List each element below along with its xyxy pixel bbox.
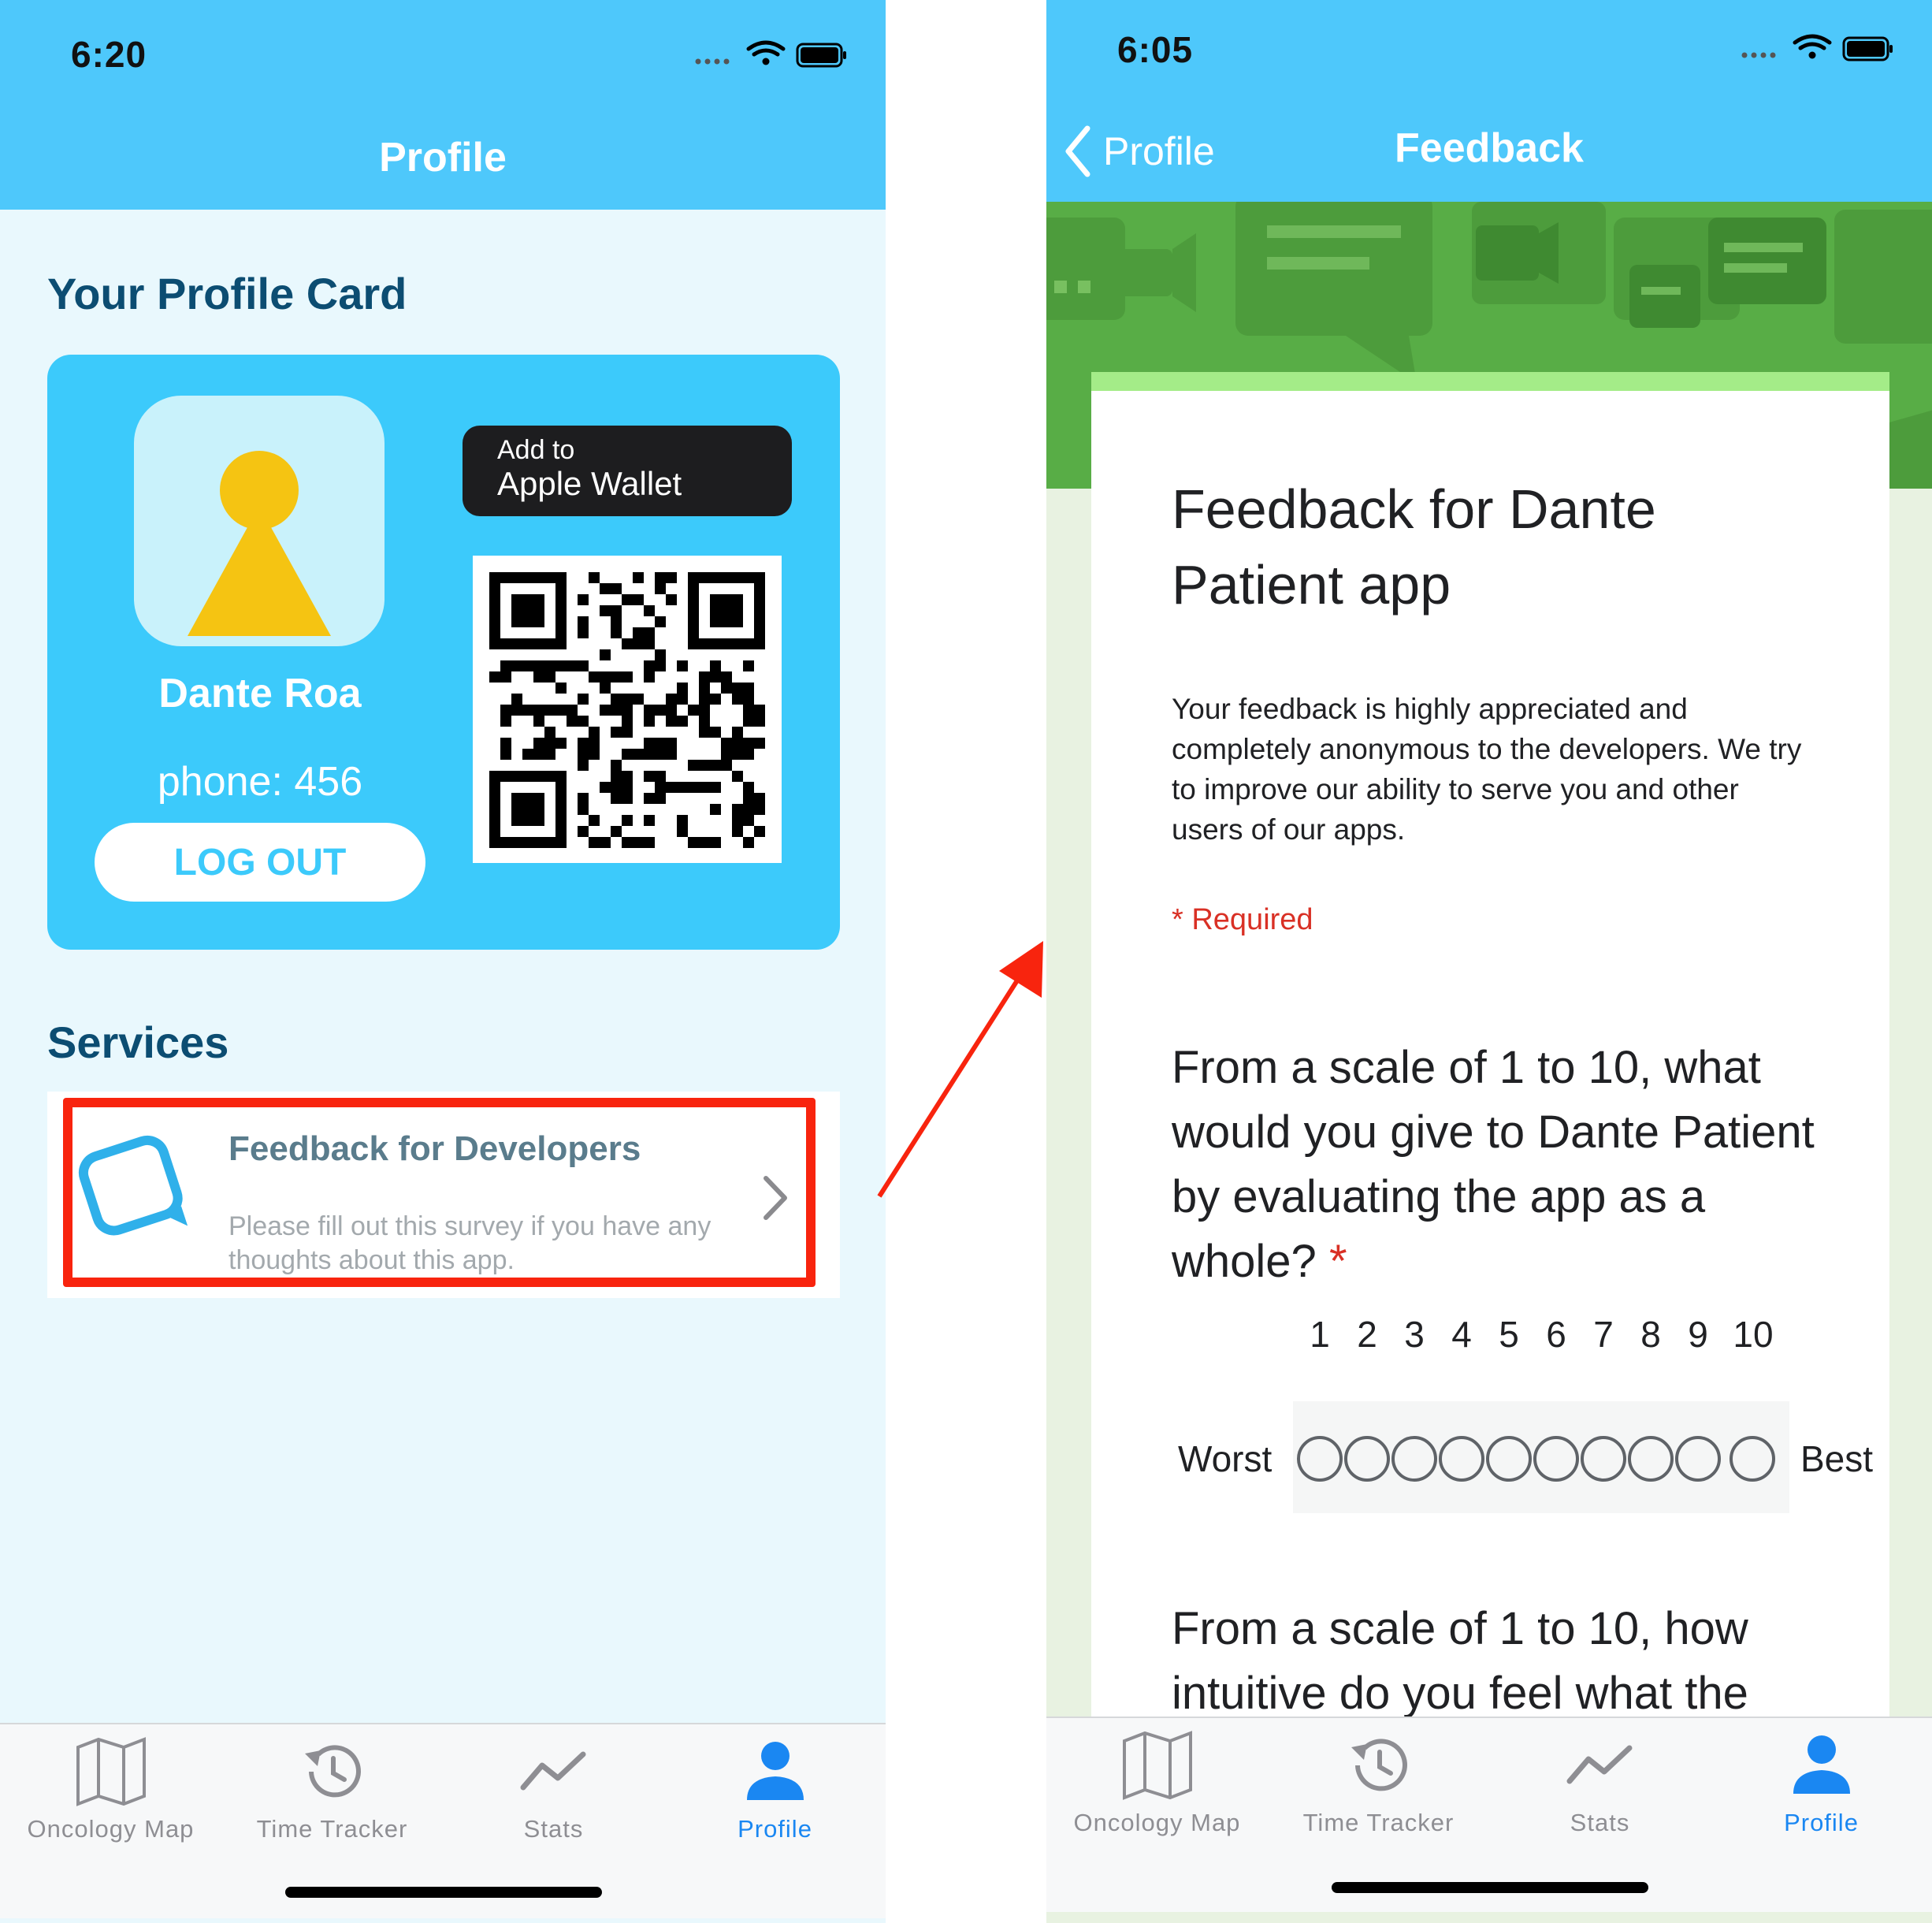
form-card: Feedback for Dante Patient app Your feed… [1091,372,1889,1728]
feedback-screen: 6:05 Profile Feedback Feedback for Dante… [1046,0,1932,1923]
add-to-wallet-button[interactable]: Add to Apple Wallet [463,426,792,516]
nav-bar: Profile [0,110,886,210]
status-bar: 6:05 [1046,0,1932,102]
scale-number: 7 [1593,1314,1614,1355]
form-title: Feedback for Dante Patient app [1172,478,1656,616]
wifi-icon [1793,34,1832,50]
tab-stats[interactable]: Stats [443,1724,664,1850]
scale-number: 3 [1404,1314,1425,1355]
tab-stats[interactable]: Stats [1489,1718,1711,1844]
scale-number: 6 [1546,1314,1566,1355]
tab-time-tracker[interactable]: Time Tracker [221,1724,443,1850]
tab-label: Profile [1784,1809,1859,1836]
stats-icon [443,1732,664,1811]
scale-number: 5 [1499,1314,1519,1355]
question-1: From a scale of 1 to 10, what would you … [1172,1036,1818,1294]
tab-label: Stats [1570,1809,1630,1836]
nav-bar: Profile Feedback [1046,102,1932,202]
qr-code [473,556,782,863]
tab-profile[interactable]: Profile [664,1724,886,1850]
wifi-icon [746,40,786,57]
annotation-arrow [877,941,1043,1198]
annotation-highlight-box [63,1098,816,1287]
map-icon [1046,1726,1268,1805]
scale-radio-10[interactable] [1730,1436,1775,1482]
scale-radio-5[interactable] [1486,1436,1532,1482]
scale-radio-2[interactable] [1344,1436,1390,1482]
home-indicator [285,1887,602,1898]
scale-radio-1[interactable] [1297,1436,1343,1482]
status-icons [1741,34,1893,61]
nav-title: Feedback [1395,125,1584,171]
scale-number: 2 [1357,1314,1377,1355]
battery-icon [796,43,846,68]
tab-oncology-map[interactable]: Oncology Map [0,1724,221,1850]
tab-label: Stats [523,1815,584,1843]
person-icon [664,1732,886,1811]
scale-number: 1 [1310,1314,1330,1355]
scale-radio-3[interactable] [1391,1436,1437,1482]
form-description: Your feedback is highly appreciated and … [1172,693,1802,846]
tab-label: Oncology Map [27,1815,195,1843]
tab-time-tracker[interactable]: Time Tracker [1268,1718,1489,1844]
tab-label: Time Tracker [1302,1809,1455,1836]
nav-title: Profile [379,135,507,180]
tab-oncology-map[interactable]: Oncology Map [1046,1718,1268,1844]
logout-button[interactable]: LOG OUT [95,823,425,902]
scale-number: 4 [1451,1314,1472,1355]
question-1-text: From a scale of 1 to 10, what would you … [1172,1042,1815,1287]
status-bar: 6:20 [0,0,886,110]
scale-high-label: Best [1800,1438,1874,1479]
signal-icon [1741,52,1776,58]
tab-label: Oncology Map [1073,1809,1241,1836]
profile-card: Dante Roa phone: 456 LOG OUT Add to Appl… [47,355,840,950]
scale-number: 8 [1640,1314,1661,1355]
profile-card-heading: Your Profile Card [47,269,407,318]
scale-radio-4[interactable] [1439,1436,1484,1482]
services-heading: Services [47,1017,229,1067]
tab-label: Profile [738,1815,812,1843]
status-time: 6:20 [71,34,147,75]
scale-radio-7[interactable] [1581,1436,1626,1482]
battery-icon [1842,36,1893,61]
comparison-canvas: 6:20 Profile Your Profile Card Dante Roa… [0,0,1932,1923]
signal-icon [695,58,730,65]
scale-low-label: Worst [1178,1438,1273,1479]
question-2: From a scale of 1 to 10, how intuitive d… [1172,1603,1748,1719]
scale-radio-9[interactable] [1675,1436,1721,1482]
scale-radio-8[interactable] [1628,1436,1674,1482]
scale-number: 9 [1688,1314,1708,1355]
avatar [134,396,385,646]
map-icon [0,1732,221,1811]
wallet-label-small: Add to [497,435,575,465]
required-star: * [1328,1236,1347,1287]
profile-screen: 6:20 Profile Your Profile Card Dante Roa… [0,0,886,1923]
profile-phone: phone: 456 [157,759,363,805]
required-note: * Required [1172,903,1313,936]
profile-name: Dante Roa [158,671,362,716]
history-icon [1268,1726,1489,1805]
person-avatar-icon [188,451,331,636]
qr-code-icon [489,572,765,848]
scale-number: 10 [1733,1314,1774,1355]
scale-radio-6[interactable] [1533,1436,1579,1482]
status-time: 6:05 [1117,29,1194,70]
status-icons [695,40,846,68]
stats-icon [1489,1726,1711,1805]
wallet-label-big: Apple Wallet [497,465,682,502]
scale-numbers: 1 2 3 4 5 6 7 8 9 10 [1296,1313,1773,1360]
history-icon [221,1732,443,1811]
home-indicator [1332,1882,1648,1893]
tab-label: Time Tracker [256,1815,408,1843]
service-feedback-row[interactable]: Feedback for Developers Please fill out … [47,1092,840,1298]
tab-profile[interactable]: Profile [1711,1718,1932,1844]
person-icon [1711,1726,1932,1805]
